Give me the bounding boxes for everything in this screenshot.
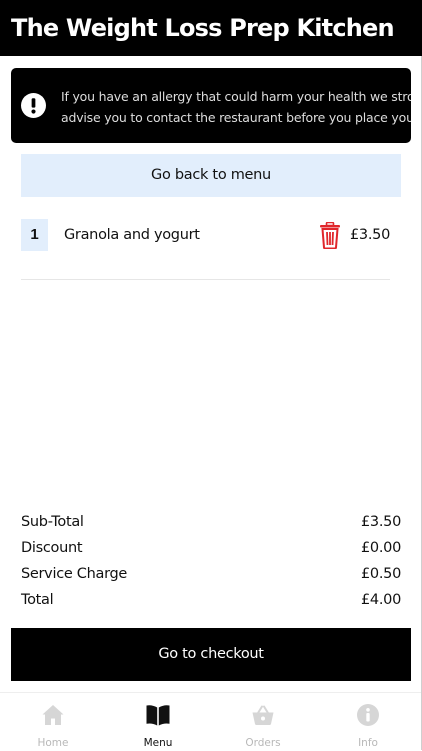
go-back-to-menu-button[interactable]: Go back to menu [21, 154, 401, 197]
go-to-checkout-button[interactable]: Go to checkout [11, 628, 411, 681]
discount-value: £0.00 [360, 540, 401, 556]
basket-icon [252, 705, 274, 725]
tab-home[interactable]: Home [13, 693, 93, 751]
subtotal-value: £3.50 [360, 514, 401, 530]
tab-orders[interactable]: Orders [223, 693, 303, 751]
discount-row: Discount £0.00 [21, 539, 401, 565]
allergy-message-line-1: If you have an allergy that could harm y… [61, 89, 411, 104]
allergy-message: If you have an allergy that could harm y… [61, 86, 411, 128]
allergy-message-line-2: advise you to contact the restaurant bef… [61, 110, 411, 125]
subtotal-row: Sub-Total £3.50 [21, 513, 401, 539]
home-icon [42, 705, 64, 725]
page-title: The Weight Loss Prep Kitchen [11, 14, 395, 42]
service-charge-label: Service Charge [21, 566, 128, 582]
total-label: Total [21, 592, 54, 608]
discount-label: Discount [21, 540, 83, 556]
service-charge-value: £0.50 [360, 566, 401, 582]
item-price: £3.50 [349, 227, 390, 243]
tab-home-label: Home [37, 737, 69, 749]
order-summary: Sub-Total £3.50 Discount £0.00 Service C… [21, 513, 401, 617]
divider [21, 279, 390, 280]
basket-item: 1 Granola and yogurt £3.50 [21, 219, 390, 253]
subtotal-label: Sub-Total [21, 514, 84, 530]
book-icon [146, 705, 170, 726]
bottom-tab-bar: Home Menu Orders Info [0, 692, 422, 751]
item-name: Granola and yogurt [64, 227, 200, 243]
tab-menu[interactable]: Menu [118, 693, 198, 751]
tab-info-label: Info [358, 737, 378, 749]
info-icon [357, 704, 379, 726]
allergy-notice: If you have an allergy that could harm y… [11, 68, 411, 143]
item-quantity[interactable]: 1 [21, 219, 48, 251]
tab-orders-label: Orders [245, 737, 281, 749]
total-value: £4.00 [360, 592, 401, 608]
trash-icon[interactable] [319, 222, 341, 249]
app-header: The Weight Loss Prep Kitchen [0, 0, 422, 56]
total-row: Total £4.00 [21, 591, 401, 617]
tab-menu-label: Menu [143, 737, 173, 749]
service-charge-row: Service Charge £0.50 [21, 565, 401, 591]
exclamation-circle-icon [21, 93, 46, 118]
tab-info[interactable]: Info [328, 693, 408, 751]
